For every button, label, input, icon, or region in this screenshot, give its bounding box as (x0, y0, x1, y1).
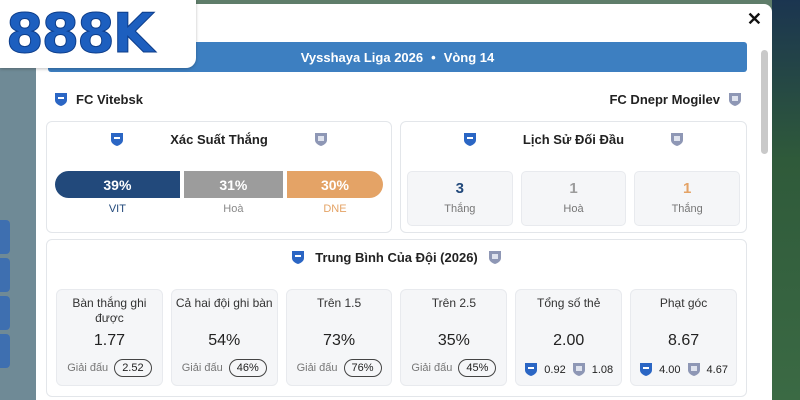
draw-segment: 31% (183, 171, 283, 198)
head-to-head-card: Lịch Sử Đối Đầu 3 Thắng 1 Hoà 1 Thắng (400, 121, 747, 233)
home-win-label: VIT (108, 203, 126, 215)
h2h-home-wins-label: Thắng (444, 203, 476, 215)
head-to-head-title: Lịch Sử Đối Đầu (522, 131, 625, 147)
away-team-name: FC Dnepr Mogilev (609, 92, 720, 107)
away-value: 4.67 (706, 363, 728, 376)
league-name: Vysshaya Liga 2026 (300, 49, 424, 65)
close-button[interactable]: ✕ (747, 10, 762, 28)
round-label: Vòng 14 (443, 49, 495, 65)
stat-label: Cả hai đội ghi bàn (175, 296, 273, 310)
stat-over-2-5: Trên 2.5 35% Giải đấu 45% (400, 289, 508, 386)
away-team-crest-icon (572, 363, 585, 376)
home-team-crest-icon (55, 93, 67, 106)
league-value-badge: 45% (458, 359, 497, 377)
league-label: Giải đấu (181, 362, 223, 374)
away-team-crest-icon (314, 132, 327, 146)
stat-label: Tổng số thẻ (537, 296, 601, 310)
stat-value: 1.77 (93, 332, 125, 349)
background-strip (0, 296, 10, 330)
home-team-crest-icon (525, 363, 538, 376)
win-probability-card: Xác Suất Thắng 39% 31% 30% VIT Hoà DNE (46, 121, 392, 233)
teams-header: FC Vitebsk FC Dnepr Mogilev (54, 92, 742, 107)
stat-label: Trên 1.5 (316, 296, 362, 310)
win-probability-labels: VIT Hoà DNE (47, 203, 391, 215)
stat-value: 2.00 (553, 332, 585, 349)
stat-value: 54% (208, 332, 241, 349)
stat-label: Phạt góc (659, 296, 708, 310)
win-probability-title: Xác Suất Thắng (170, 131, 268, 147)
stat-value: 73% (323, 332, 356, 349)
stat-label: Trên 2.5 (431, 296, 477, 310)
team-average-title: Trung Bình Của Đội (2026) (315, 249, 478, 265)
home-value: 0.92 (544, 363, 566, 376)
away-team-crest-icon (729, 93, 741, 106)
team-average-card: Trung Bình Của Đội (2026) Bàn thắng ghi … (46, 239, 747, 397)
away-team[interactable]: FC Dnepr Mogilev (609, 92, 742, 107)
h2h-draws-value: 1 (569, 180, 578, 197)
brand-logo-text: 888K (6, 2, 156, 65)
league-value-badge: 46% (228, 359, 267, 377)
h2h-away-wins-value: 1 (683, 180, 692, 197)
home-team-crest-icon (111, 132, 124, 146)
h2h-home-wins-value: 3 (455, 180, 464, 197)
brand-logo[interactable]: 888K (0, 0, 196, 68)
home-team-crest-icon (640, 363, 653, 376)
background-strip (0, 220, 10, 254)
h2h-draws: 1 Hoà (520, 171, 627, 226)
away-win-label: DNE (323, 203, 347, 215)
away-team-crest-icon (687, 363, 700, 376)
background-strip (0, 258, 10, 292)
stat-value: 8.67 (667, 332, 700, 349)
league-value-badge: 76% (343, 359, 382, 377)
h2h-home-wins: 3 Thắng (407, 171, 513, 226)
modal-scrollbar[interactable] (761, 50, 768, 154)
home-team-crest-icon (463, 132, 476, 146)
league-label: Giải đấu (411, 362, 453, 374)
home-team-name: FC Vitebsk (76, 92, 143, 107)
home-value: 4.00 (659, 363, 681, 376)
away-win-segment: 30% (286, 171, 383, 198)
league-label: Giải đấu (67, 362, 109, 374)
stat-value: 35% (437, 332, 470, 349)
away-value: 1.08 (591, 363, 614, 376)
stat-goals-scored: Bàn thắng ghi được 1.77 Giải đấu 2.52 (56, 289, 163, 386)
stat-over-1-5: Trên 1.5 73% Giải đấu 76% (285, 289, 393, 386)
away-team-crest-icon (671, 132, 684, 146)
stat-corners: Phạt góc 8.67 4.00 4.67 (630, 289, 737, 386)
stat-label: Bàn thắng ghi được (72, 296, 147, 325)
title-separator: • (431, 49, 436, 65)
league-value-badge: 2.52 (114, 359, 152, 377)
background-strip (0, 334, 10, 368)
league-label: Giải đấu (296, 362, 338, 374)
home-win-segment: 39% (55, 171, 180, 198)
away-team-crest-icon (488, 250, 501, 264)
home-team-crest-icon (292, 250, 305, 264)
h2h-away-wins-label: Thắng (671, 203, 703, 215)
win-probability-bar: 39% 31% 30% (47, 171, 391, 198)
h2h-draws-label: Hoà (563, 203, 584, 215)
h2h-away-wins: 1 Thắng (634, 171, 741, 226)
draw-label: Hoà (223, 203, 244, 215)
background-right-panel (772, 0, 800, 400)
home-team[interactable]: FC Vitebsk (54, 92, 143, 107)
stat-both-teams-score: Cả hai đội ghi bàn 54% Giải đấu 46% (170, 289, 278, 386)
stat-total-cards: Tổng số thẻ 2.00 0.92 1.08 (515, 289, 623, 386)
